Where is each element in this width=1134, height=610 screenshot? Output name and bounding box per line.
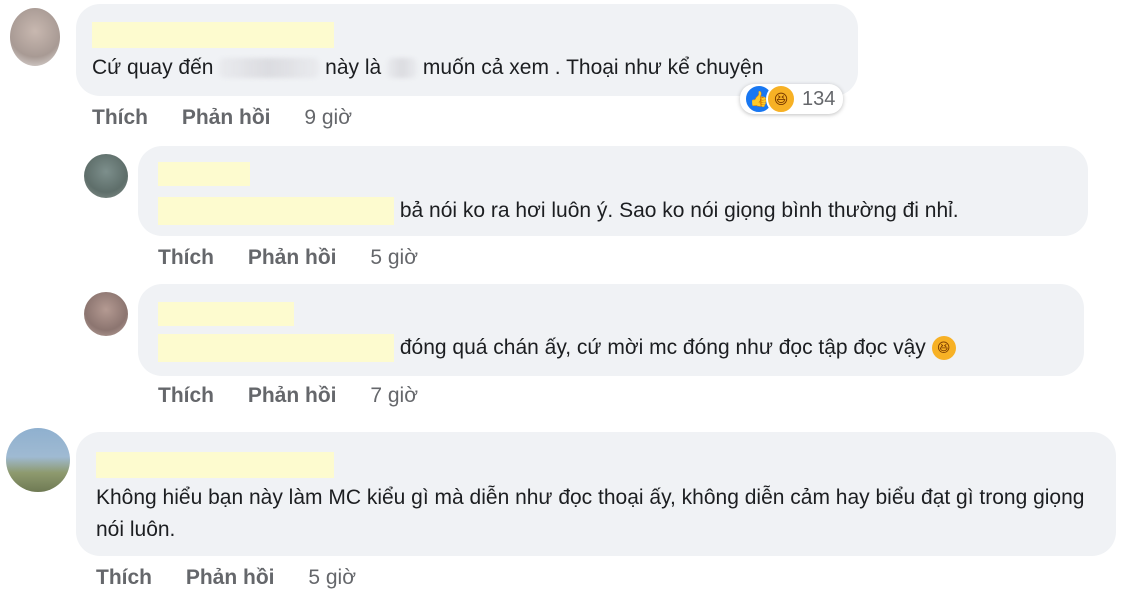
like-button[interactable]: Thích bbox=[158, 246, 214, 269]
like-button[interactable]: Thích bbox=[96, 566, 152, 589]
author-name-redacted[interactable] bbox=[92, 22, 334, 48]
comment-text-part: muốn cả xem . Thoại như kể chuyện bbox=[422, 56, 764, 79]
reply-button[interactable]: Phản hồi bbox=[248, 384, 337, 407]
comment-text-part: Không hiểu bạn này làm MC kiểu gì mà diễ… bbox=[96, 486, 1085, 541]
comment-actions: Thích Phản hồi 5 giờ bbox=[158, 246, 446, 270]
author-name-redacted[interactable] bbox=[158, 162, 250, 186]
like-button[interactable]: Thích bbox=[158, 384, 214, 407]
avatar[interactable] bbox=[6, 428, 70, 492]
comment-text-part: Cứ quay đến bbox=[92, 56, 214, 79]
reaction-count: 134 bbox=[802, 87, 836, 110]
timestamp[interactable]: 5 giờ bbox=[370, 246, 418, 269]
haha-icon: 😆 bbox=[766, 84, 796, 114]
author-name-redacted[interactable] bbox=[158, 302, 294, 326]
timestamp[interactable]: 5 giờ bbox=[308, 566, 356, 589]
comment-text-part: này là bbox=[325, 56, 382, 79]
comment-actions: Thích Phản hồi 5 giờ bbox=[96, 566, 384, 590]
mention-redacted[interactable] bbox=[158, 197, 394, 226]
like-button[interactable]: Thích bbox=[92, 106, 148, 129]
reaction-summary[interactable]: 👍 😆 134 bbox=[740, 84, 844, 114]
timestamp[interactable]: 7 giờ bbox=[370, 384, 418, 407]
comment-text: đóng quá chán ấy, cứ mời mc đóng như đọc… bbox=[158, 332, 956, 364]
timestamp[interactable]: 9 giờ bbox=[304, 106, 352, 129]
mention-redacted[interactable] bbox=[158, 334, 394, 363]
comment-text-part: đóng quá chán ấy, cứ mời mc đóng như đọc… bbox=[399, 336, 926, 359]
reply-button[interactable]: Phản hồi bbox=[186, 566, 275, 589]
avatar[interactable] bbox=[10, 8, 60, 66]
comment-actions: Thích Phản hồi 9 giờ bbox=[92, 106, 380, 130]
rofl-emoji-icon: 😆 bbox=[931, 336, 956, 361]
comment-actions: Thích Phản hồi 7 giờ bbox=[158, 384, 446, 408]
comment-text: bả nói ko ra hơi luôn ý. Sao ko nói giọn… bbox=[158, 195, 959, 227]
comment-text: Cứ quay đến này là muốn cả xem . Thoại n… bbox=[92, 52, 763, 84]
reply-button[interactable]: Phản hồi bbox=[182, 106, 271, 129]
reply-button[interactable]: Phản hồi bbox=[248, 246, 337, 269]
author-name-redacted[interactable] bbox=[96, 452, 334, 478]
redacted-word bbox=[387, 58, 418, 79]
comment-text-part: bả nói ko ra hơi luôn ý. Sao ko nói giọn… bbox=[399, 199, 959, 222]
comment-text: Không hiểu bạn này làm MC kiểu gì mà diễ… bbox=[96, 482, 1086, 546]
avatar[interactable] bbox=[84, 292, 128, 336]
avatar[interactable] bbox=[84, 154, 128, 198]
redacted-word bbox=[219, 58, 320, 79]
